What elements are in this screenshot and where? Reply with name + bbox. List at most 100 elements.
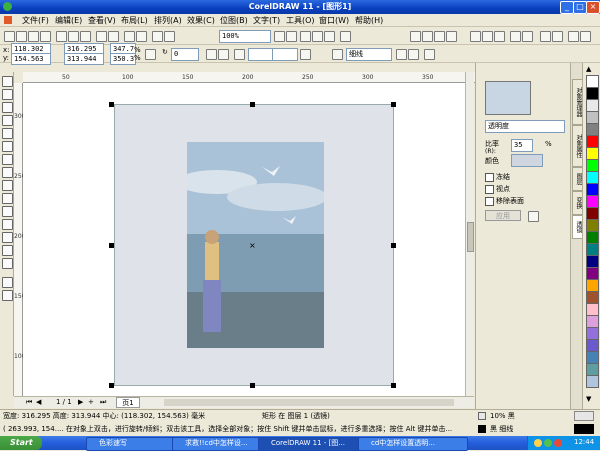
viewpoint-checkbox[interactable] — [485, 185, 494, 194]
task-help-request[interactable]: 求救!!cd中怎样设... — [172, 437, 270, 451]
tray-icon[interactable] — [544, 439, 552, 447]
mirror-h-icon[interactable] — [206, 49, 217, 60]
new-icon[interactable] — [4, 31, 15, 42]
undo-icon[interactable] — [96, 31, 107, 42]
snap-icon[interactable] — [286, 31, 297, 42]
corner-1-input[interactable] — [248, 48, 274, 61]
convert-curves-icon[interactable] — [424, 49, 435, 60]
ellipse-tool-icon[interactable] — [2, 154, 13, 165]
interactive-blend-tool-icon[interactable] — [2, 206, 13, 217]
tray-icon[interactable] — [554, 439, 562, 447]
outline-pen-icon[interactable] — [332, 49, 343, 60]
wrap-icon[interactable] — [300, 49, 311, 60]
palette-scroll-down-icon[interactable]: ▼ — [586, 395, 591, 403]
selection-handle[interactable] — [109, 102, 114, 107]
selection-handle[interactable] — [250, 102, 255, 107]
freehand-tool-icon[interactable] — [2, 128, 13, 139]
zoom-tool-icon[interactable] — [2, 115, 13, 126]
corner-lock-icon[interactable] — [234, 49, 245, 60]
menu-window[interactable]: 窗口(W) — [319, 15, 349, 26]
vertical-scrollbar[interactable] — [465, 72, 474, 396]
color-picker[interactable] — [511, 154, 543, 167]
menu-file[interactable]: 文件(F) — [22, 15, 49, 26]
lock-icon[interactable] — [528, 211, 539, 222]
menu-edit[interactable]: 编辑(E) — [55, 15, 82, 26]
open-icon[interactable] — [16, 31, 27, 42]
lock-icon[interactable] — [510, 31, 521, 42]
add-page-button[interactable]: + — [88, 398, 94, 406]
shape-tool-icon[interactable] — [2, 89, 13, 100]
group-icon[interactable] — [540, 31, 551, 42]
polygon-tool-icon[interactable] — [2, 167, 13, 178]
close-button[interactable]: × — [586, 1, 600, 14]
rectangle-tool-icon[interactable] — [2, 141, 13, 152]
cut-icon[interactable] — [56, 31, 67, 42]
horizontal-ruler[interactable]: 50 100 150 200 250 300 350 — [23, 72, 475, 83]
menu-help[interactable]: 帮助(H) — [355, 15, 383, 26]
mirror-v-icon[interactable] — [218, 49, 229, 60]
text-tool-icon[interactable] — [2, 193, 13, 204]
fill-tool-icon[interactable] — [2, 245, 13, 256]
guidelines-icon[interactable] — [312, 31, 323, 42]
knife-tool-icon[interactable] — [2, 277, 13, 288]
brush-icon[interactable] — [422, 31, 433, 42]
star-icon[interactable] — [410, 31, 421, 42]
selection-handle[interactable] — [391, 102, 396, 107]
copy-icon[interactable] — [68, 31, 79, 42]
minimize-button[interactable]: _ — [560, 1, 574, 14]
menu-tools[interactable]: 工具(O) — [286, 15, 315, 26]
menu-bitmaps[interactable]: 位图(B) — [220, 15, 248, 26]
selection-handle[interactable] — [250, 383, 255, 388]
ratio-input[interactable]: 35 — [511, 139, 533, 152]
snap-objects-icon[interactable] — [324, 31, 335, 42]
task-coreldraw[interactable]: CorelDRAW 11 - [图... — [258, 437, 370, 451]
menu-layout[interactable]: 布局(L) — [121, 15, 148, 26]
selection-handle[interactable] — [391, 243, 396, 248]
menu-view[interactable]: 查看(V) — [88, 15, 116, 26]
vertical-scroll-thumb[interactable] — [467, 222, 474, 252]
paste-icon[interactable] — [80, 31, 91, 42]
import-icon[interactable] — [124, 31, 135, 42]
table-icon[interactable] — [494, 31, 505, 42]
redo-icon[interactable] — [108, 31, 119, 42]
pick-tool-icon[interactable] — [2, 76, 13, 87]
remove-face-checkbox[interactable] — [485, 197, 494, 206]
outline-width-select[interactable]: 细线 — [346, 48, 392, 61]
task-cd-transparent[interactable]: cd中怎样设置透明... — [358, 437, 468, 451]
menu-arrange[interactable]: 排列(A) — [154, 15, 182, 26]
ungroup-icon[interactable] — [552, 31, 563, 42]
task-color-sketch[interactable]: 色彩速写 — [86, 437, 184, 451]
first-page-button[interactable]: ⏮ — [26, 398, 32, 407]
to-back-icon[interactable] — [408, 49, 419, 60]
menu-text[interactable]: 文字(T) — [253, 15, 280, 26]
start-button[interactable]: Start — [0, 436, 42, 450]
eyedropper-tool-icon[interactable] — [2, 219, 13, 230]
freeze-checkbox[interactable] — [485, 173, 494, 182]
selection-handle[interactable] — [109, 243, 114, 248]
options-icon[interactable] — [340, 31, 351, 42]
launcher-icon[interactable] — [152, 31, 163, 42]
apply-button[interactable]: 应用 — [485, 210, 521, 221]
interactive-fill-tool-icon[interactable] — [2, 258, 13, 269]
height-input[interactable]: 313.944 — [64, 53, 104, 65]
palette-scroll-up-icon[interactable]: ▲ — [586, 65, 591, 73]
scale-height-input[interactable]: 350.3 — [110, 53, 136, 65]
break-apart-icon[interactable] — [580, 31, 591, 42]
selection-handle[interactable] — [391, 383, 396, 388]
combine-icon[interactable] — [568, 31, 579, 42]
lock-ratio-icon[interactable] — [145, 49, 156, 60]
print-icon[interactable] — [40, 31, 51, 42]
pen-icon[interactable] — [434, 31, 445, 42]
export-icon[interactable] — [136, 31, 147, 42]
outline-tool-icon[interactable] — [2, 232, 13, 243]
text-tool-icon[interactable] — [482, 31, 493, 42]
contour-tool-icon[interactable] — [2, 290, 13, 301]
vertical-ruler[interactable]: 300 250 200 150 100 — [14, 83, 25, 396]
full-screen-icon[interactable] — [274, 31, 285, 42]
swatch[interactable] — [586, 375, 599, 388]
prev-page-button[interactable]: ◀ — [36, 398, 41, 406]
horizontal-scrollbar[interactable] — [164, 399, 454, 406]
corel-online-icon[interactable] — [164, 31, 175, 42]
menu-effects[interactable]: 效果(C) — [187, 15, 215, 26]
tray-icon[interactable] — [534, 439, 542, 447]
